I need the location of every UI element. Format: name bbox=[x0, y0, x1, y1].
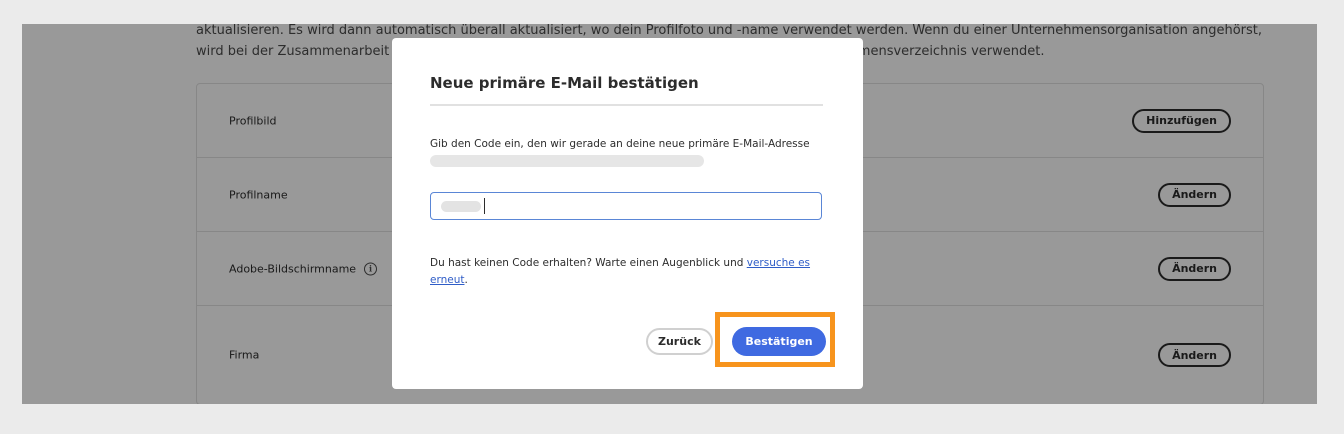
confirm-email-dialog: Neue primäre E-Mail bestätigen Gib den C… bbox=[392, 38, 863, 389]
title-divider bbox=[430, 104, 823, 106]
back-button[interactable]: Zurück bbox=[646, 328, 713, 355]
dialog-description: Gib den Code ein, den wir gerade an dein… bbox=[430, 136, 820, 170]
confirm-button[interactable]: Bestätigen bbox=[732, 327, 826, 356]
dialog-title: Neue primäre E-Mail bestätigen bbox=[430, 74, 699, 92]
account-page: aktualisieren. Es wird dann automatisch … bbox=[22, 24, 1317, 404]
text-caret bbox=[484, 198, 485, 214]
description-text: Gib den Code ein, den wir gerade an dein… bbox=[430, 138, 810, 150]
redacted-email bbox=[430, 155, 704, 167]
verification-code-input[interactable] bbox=[430, 192, 822, 220]
resend-text: Du hast keinen Code erhalten? Warte eine… bbox=[430, 257, 747, 269]
resend-notice: Du hast keinen Code erhalten? Warte eine… bbox=[430, 255, 830, 289]
redacted-code bbox=[441, 201, 481, 212]
resend-end: . bbox=[464, 274, 468, 286]
